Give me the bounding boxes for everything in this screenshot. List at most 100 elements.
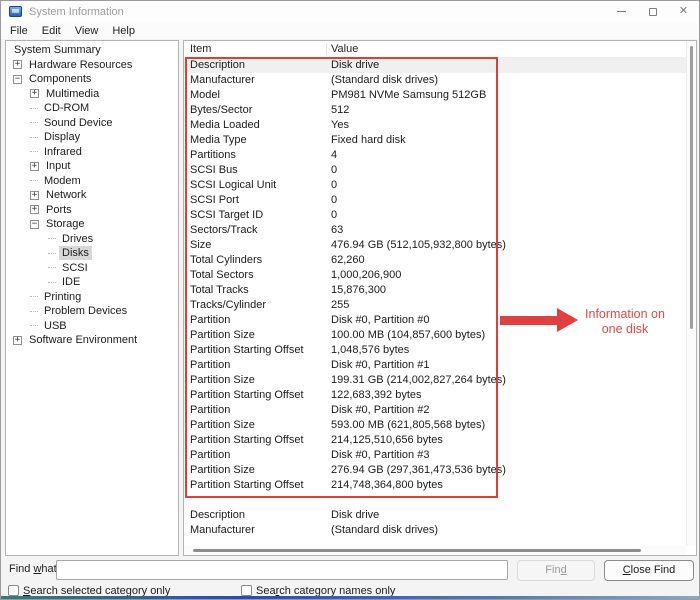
collapse-icon[interactable]: − <box>13 74 22 84</box>
tree-item-multimedia[interactable]: + Multimedia <box>6 87 178 102</box>
table-row[interactable]: Description Disk drive <box>184 508 686 523</box>
expand-icon[interactable]: + <box>13 60 22 70</box>
table-row[interactable]: Total Sectors 1,000,206,900 <box>184 268 686 283</box>
tree-item-sound-device[interactable]: Sound Device <box>6 116 178 131</box>
table-row[interactable]: Partition Disk #0, Partition #3 <box>184 448 686 463</box>
maximize-icon <box>648 7 657 16</box>
vertical-scrollbar[interactable] <box>686 41 696 546</box>
menu-view[interactable]: View <box>68 24 106 38</box>
column-divider[interactable] <box>326 43 327 55</box>
expand-icon[interactable]: + <box>30 205 39 215</box>
tree-item-printing[interactable]: Printing <box>6 290 178 305</box>
expand-icon[interactable]: + <box>30 89 39 99</box>
expand-icon[interactable]: + <box>30 161 39 171</box>
table-row[interactable]: SCSI Port 0 <box>184 193 686 208</box>
table-row[interactable]: Media Type Fixed hard disk <box>184 133 686 148</box>
value-cell: 593.00 MB (621,805,568 bytes) <box>331 419 486 431</box>
value-cell: 0 <box>331 164 338 176</box>
minimize-button[interactable] <box>606 1 637 22</box>
annotation-line-2: one disk <box>601 322 649 336</box>
tree-item-problem-devices[interactable]: Problem Devices <box>6 304 178 319</box>
table-row[interactable]: Partition Starting Offset 214,748,364,800… <box>184 478 686 493</box>
tree-item-ide[interactable]: IDE <box>6 275 178 290</box>
table-row[interactable]: Manufacturer (Standard disk drives) <box>184 523 686 538</box>
table-row[interactable]: Partition Size 593.00 MB (621,805,568 byt… <box>184 418 686 433</box>
search-category-names-checkbox[interactable] <box>241 585 252 596</box>
item-cell: Partition <box>190 314 231 326</box>
table-row[interactable]: Bytes/Sector 512 <box>184 103 686 118</box>
table-row[interactable]: Sectors/Track 63 <box>184 223 686 238</box>
table-row[interactable]: Description Disk drive <box>184 58 686 73</box>
annotation-arrow <box>500 316 557 325</box>
expand-icon[interactable]: + <box>13 335 22 345</box>
tree-item-label: Ports <box>46 203 72 216</box>
search-selected-category-checkbox[interactable] <box>8 585 19 596</box>
table-row[interactable]: Partition Size 276.94 GB (297,361,473,536… <box>184 463 686 478</box>
table-row[interactable]: SCSI Target ID 0 <box>184 208 686 223</box>
tree-item-drives[interactable]: Drives <box>6 232 178 247</box>
tree-item-usb[interactable]: USB <box>6 319 178 334</box>
tree-item-cd-rom[interactable]: CD-ROM <box>6 101 178 116</box>
maximize-button[interactable] <box>637 1 668 22</box>
table-row[interactable]: Partition Starting Offset 122,683,392 byt… <box>184 388 686 403</box>
value-cell: 0 <box>331 179 338 191</box>
table-row[interactable]: Model PM981 NVMe Samsung 512GB <box>184 88 686 103</box>
tree-item-ports[interactable]: + Ports <box>6 203 178 218</box>
tree-item-modem[interactable]: Modem <box>6 174 178 189</box>
table-row[interactable]: Total Tracks 15,876,300 <box>184 283 686 298</box>
table-row[interactable]: Manufacturer (Standard disk drives) <box>184 73 686 88</box>
tree-item-label: Sound Device <box>44 116 113 129</box>
item-cell: Partition Size <box>190 419 255 431</box>
table-row[interactable]: Partitions 4 <box>184 148 686 163</box>
list-header: Item Value <box>184 41 696 58</box>
collapse-icon[interactable]: − <box>30 219 39 229</box>
expand-icon[interactable]: + <box>30 190 39 200</box>
horizontal-scrollbar-thumb[interactable] <box>193 549 641 552</box>
tree-item-software-environment[interactable]: + Software Environment <box>6 333 178 348</box>
find-input[interactable] <box>56 560 508 580</box>
item-cell: SCSI Target ID <box>190 209 264 221</box>
menu-help[interactable]: Help <box>105 24 142 38</box>
table-row[interactable]: Partition Disk #0, Partition #2 <box>184 403 686 418</box>
item-cell: Partition Starting Offset <box>190 479 304 491</box>
table-row[interactable]: SCSI Bus 0 <box>184 163 686 178</box>
tree-item-input[interactable]: + Input <box>6 159 178 174</box>
tree-item-storage[interactable]: − Storage <box>6 217 178 232</box>
tree-item-label: Infrared <box>44 145 82 158</box>
horizontal-scrollbar[interactable] <box>184 546 686 555</box>
item-cell: Partition Starting Offset <box>190 434 304 446</box>
tree-item-system-summary[interactable]: System Summary <box>6 43 178 58</box>
value-cell: Disk #0, Partition #0 <box>331 314 430 326</box>
tree-item-scsi[interactable]: SCSI <box>6 261 178 276</box>
value-cell: Disk #0, Partition #1 <box>331 359 430 371</box>
column-header-item[interactable]: Item <box>190 43 211 55</box>
tree-item-display[interactable]: Display <box>6 130 178 145</box>
value-cell: 255 <box>331 299 350 311</box>
table-row[interactable]: Partition Disk #0, Partition #1 <box>184 358 686 373</box>
table-row[interactable]: Total Cylinders 62,260 <box>184 253 686 268</box>
close-find-button[interactable]: Close Find <box>604 560 694 581</box>
table-row[interactable]: Media Loaded Yes <box>184 118 686 133</box>
table-row[interactable]: Partition Size 199.31 GB (214,002,827,264… <box>184 373 686 388</box>
value-cell: 0 <box>331 209 338 221</box>
item-cell: Media Type <box>190 134 247 146</box>
tree-connector <box>30 151 38 153</box>
tree-item-label: Input <box>46 160 71 173</box>
tree-item-network[interactable]: + Network <box>6 188 178 203</box>
tree-connector <box>30 122 38 124</box>
menu-edit[interactable]: Edit <box>35 24 68 38</box>
table-row[interactable]: Size 476.94 GB (512,105,932,800 bytes) <box>184 238 686 253</box>
table-row[interactable]: SCSI Logical Unit 0 <box>184 178 686 193</box>
column-header-value[interactable]: Value <box>331 43 358 55</box>
close-button[interactable]: ✕ <box>668 1 699 22</box>
table-row[interactable]: Partition Starting Offset 214,125,510,656… <box>184 433 686 448</box>
table-row[interactable]: Partition Starting Offset 1,048,576 bytes <box>184 343 686 358</box>
find-button[interactable]: Find <box>517 560 595 581</box>
tree-item-disks[interactable]: Disks <box>6 246 178 261</box>
tree-item-infrared[interactable]: Infrared <box>6 145 178 160</box>
tree-item-hardware-resources[interactable]: + Hardware Resources <box>6 58 178 73</box>
tree-connector <box>30 310 38 312</box>
tree-item-components[interactable]: − Components <box>6 72 178 87</box>
menu-file[interactable]: File <box>3 24 35 38</box>
vertical-scrollbar-thumb[interactable] <box>690 46 693 329</box>
